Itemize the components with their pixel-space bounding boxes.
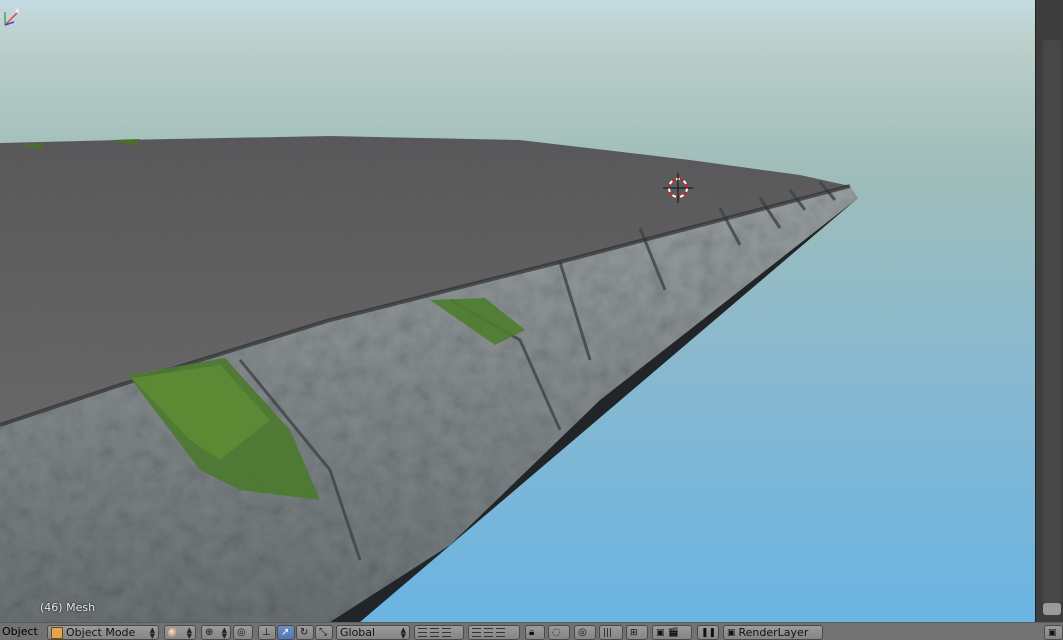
viewport-info-text: (46) Mesh bbox=[40, 601, 96, 614]
scrollbar-thumb[interactable] bbox=[1043, 603, 1061, 615]
snap-target-icon: ◎ bbox=[578, 627, 587, 638]
scale-manipulator-icon: ⤡ bbox=[319, 627, 327, 638]
layers-group-2[interactable] bbox=[468, 625, 520, 640]
pivot-icon: ⊕ bbox=[205, 627, 214, 638]
snap-toggle-button[interactable]: ◌ bbox=[548, 625, 570, 640]
translate-manipulator-button[interactable]: ↗ bbox=[277, 625, 295, 640]
render-buttons[interactable]: ▣ 🎬︎ bbox=[652, 625, 692, 640]
viewport-shading-button[interactable]: ▲ ▼ bbox=[164, 625, 196, 640]
rotate-manipulator-icon: ↻ bbox=[300, 627, 309, 638]
mode-label: Object Mode bbox=[66, 626, 136, 639]
snap-element-button[interactable]: ||| bbox=[599, 625, 623, 640]
sphere-shading-icon bbox=[168, 627, 178, 638]
pause-icon: ❚❚ bbox=[701, 627, 717, 638]
panel-scrollbar[interactable] bbox=[1043, 40, 1061, 615]
axis-gizmo-icon: x bbox=[4, 6, 20, 26]
lock-button[interactable]: 🔒︎ bbox=[525, 625, 545, 640]
window-icon: ▣ bbox=[1048, 627, 1057, 638]
manipulator-toggle-button[interactable]: ⊥ bbox=[258, 625, 276, 640]
manipulator-icon: ⊥ bbox=[262, 627, 271, 638]
rotate-manipulator-button[interactable]: ↻ bbox=[296, 625, 314, 640]
render-layer-selector[interactable]: ▣ RenderLayer bbox=[723, 625, 823, 640]
orientation-label: Global bbox=[340, 626, 376, 639]
svg-text:x: x bbox=[15, 6, 20, 15]
camera-icon: 🎬︎ bbox=[667, 627, 679, 638]
scene-render bbox=[0, 136, 858, 622]
viewport-header: Object Object Mode ▲ ▼ ▲ ▼ ⊕ ▲ ▼ ◎ ⊥ ↗ ↻ ⤡ … bbox=[0, 622, 1063, 640]
snap-element-icon: ||| bbox=[603, 627, 613, 638]
snap-align-button[interactable]: ⊞ bbox=[626, 625, 648, 640]
editor-type-label[interactable]: Object bbox=[0, 625, 40, 640]
scale-manipulator-button[interactable]: ⤡ bbox=[315, 625, 333, 640]
render-layer-icon: ▣ bbox=[727, 627, 736, 638]
dropdown-arrows-icon: ▲ ▼ bbox=[149, 625, 155, 640]
right-region-panel bbox=[1035, 0, 1063, 622]
transform-orientation-selector[interactable]: Global ▲ ▼ bbox=[336, 625, 410, 640]
layers-group-1[interactable] bbox=[414, 625, 464, 640]
render-layer-label: RenderLayer bbox=[738, 626, 809, 639]
pivot-point-button[interactable]: ⊕ ▲ ▼ bbox=[201, 625, 231, 640]
snap-align-icon: ⊞ bbox=[630, 627, 638, 638]
cube-icon bbox=[51, 626, 63, 639]
3d-viewport[interactable]: x (46) Mesh bbox=[0, 0, 1035, 622]
proportional-edit-button[interactable]: ◎ bbox=[233, 625, 253, 640]
render-icon: ▣ bbox=[656, 627, 665, 638]
lock-icon: 🔒︎ bbox=[529, 627, 535, 638]
snap-icon: ◌ bbox=[552, 627, 561, 638]
mode-selector[interactable]: Object Mode ▲ ▼ bbox=[47, 625, 159, 640]
layers-grid-icon bbox=[418, 628, 427, 637]
translate-manipulator-icon: ↗ bbox=[281, 627, 290, 638]
snap-target-button[interactable]: ◎ bbox=[574, 625, 596, 640]
proportional-icon: ◎ bbox=[237, 627, 246, 638]
pause-render-button[interactable]: ❚❚ bbox=[697, 625, 719, 640]
header-extra-button[interactable]: ▣ bbox=[1044, 625, 1063, 640]
